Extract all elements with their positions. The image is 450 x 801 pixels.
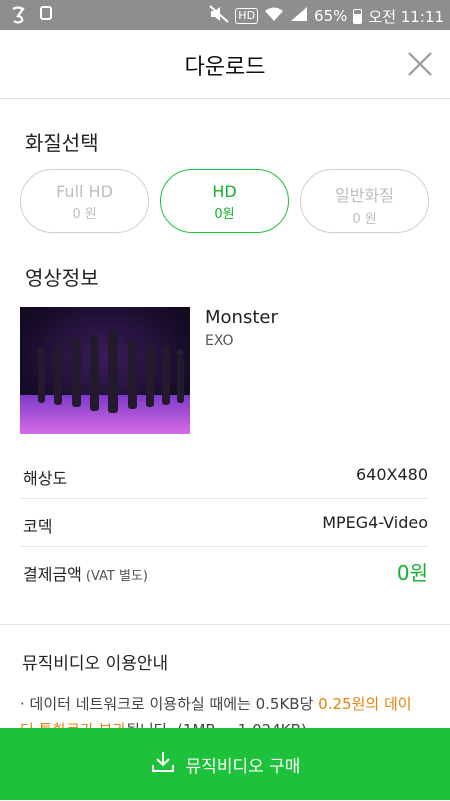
quality-options: Full HD 0 원 HD 0원 일반화질 0 원 <box>20 169 430 235</box>
codec-value: MPEG4-Video <box>322 513 428 532</box>
video-title: Monster <box>205 307 278 328</box>
quality-option-standard[interactable]: 일반화질 0 원 <box>300 169 429 233</box>
screenshot-notification-icon <box>40 6 52 20</box>
price-label: 결제금액 (VAT 별도) <box>23 561 148 585</box>
quality-option-name: Full HD <box>56 182 113 201</box>
quality-option-name: HD <box>212 182 237 201</box>
quality-option-name: 일반화질 <box>335 186 394 205</box>
signal-icon <box>290 6 308 26</box>
bullet: · <box>20 695 30 713</box>
video-section-title: 영상정보 <box>25 266 99 290</box>
page-title: 다운로드 <box>184 55 266 80</box>
price-label-text: 결제금액 <box>23 565 82 584</box>
quality-section-title: 화질선택 <box>25 131 99 155</box>
wifi-icon <box>264 6 284 26</box>
mute-icon <box>209 5 229 27</box>
quality-option-fullhd[interactable]: Full HD 0 원 <box>20 169 149 233</box>
notice-text-prefix: 데이터 네트워크로 이용하실 때에는 0.5KB당 <box>29 695 319 713</box>
price-value: 0원 <box>396 561 428 585</box>
video-thumbnail <box>20 307 190 434</box>
battery-icon <box>353 8 363 24</box>
info-row-codec: 코덱 MPEG4-Video <box>20 499 428 547</box>
codec-label: 코덱 <box>23 517 53 536</box>
app-notification-icon <box>10 6 26 24</box>
info-row-price: 결제금액 (VAT 별도) 0원 <box>20 547 428 594</box>
status-bar: HD 65% 오전 11:11 <box>0 0 450 30</box>
video-artist: EXO <box>205 333 234 349</box>
resolution-label: 해상도 <box>23 469 68 488</box>
quality-option-price: 0 원 <box>352 212 377 227</box>
resolution-value: 640X480 <box>355 465 428 484</box>
notice-title: 뮤직비디오 이용안내 <box>22 654 169 674</box>
close-button[interactable] <box>406 50 434 78</box>
buy-music-video-button[interactable]: 뮤직비디오 구매 <box>0 728 450 800</box>
hd-voice-icon: HD <box>235 8 259 24</box>
quality-option-hd[interactable]: HD 0원 <box>160 169 289 233</box>
clock: 오전 11:11 <box>368 7 444 26</box>
header: 다운로드 <box>0 30 450 99</box>
quality-option-price: 0원 <box>214 207 235 222</box>
info-row-resolution: 해상도 640X480 <box>20 451 428 499</box>
download-options: 화질선택 Full HD 0 원 HD 0원 일반화질 0 원 영상정보 Mon… <box>0 99 450 624</box>
download-icon <box>150 749 176 779</box>
quality-option-price: 0 원 <box>72 207 97 222</box>
close-icon <box>408 52 432 76</box>
battery-percent: 65% <box>314 7 348 25</box>
buy-button-label: 뮤직비디오 구매 <box>185 756 301 777</box>
vat-note: (VAT 별도) <box>85 569 148 584</box>
